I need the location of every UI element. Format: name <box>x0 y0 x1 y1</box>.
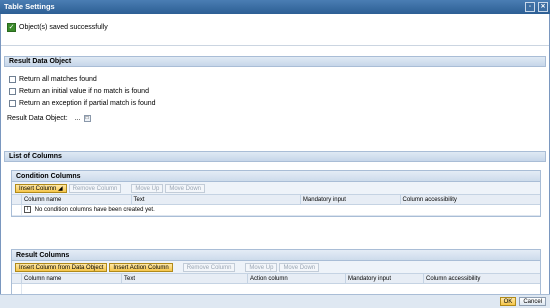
table-row <box>12 284 540 294</box>
dialog-content: ✓ Object(s) saved successfully Result Da… <box>0 14 550 294</box>
col-header-column-accessibility[interactable]: Column accessibility <box>401 195 540 204</box>
option-label: Return an initial value if no match is f… <box>19 88 149 95</box>
result-data-object-field: Result Data Object: ... □ <box>7 115 91 122</box>
insert-column-from-data-object-button[interactable]: Insert Column from Data Object <box>15 262 108 272</box>
button-label: Insert Column <box>19 185 57 192</box>
move-down-button[interactable]: Move Down <box>279 262 320 272</box>
row-selector-header[interactable] <box>12 274 22 283</box>
checkbox[interactable] <box>9 100 16 107</box>
remove-column-button[interactable]: Remove Column <box>68 183 122 193</box>
dialog-footer: OK Cancel <box>0 294 550 308</box>
success-check-icon: ✓ <box>7 23 16 32</box>
empty-message: No condition columns have been created y… <box>34 207 155 213</box>
message-bar: ✓ Object(s) saved successfully <box>1 14 549 46</box>
list-of-columns-heading: List of Columns <box>9 153 62 160</box>
option-return-all[interactable]: Return all matches found <box>9 76 97 83</box>
field-value[interactable]: ... <box>75 115 81 122</box>
result-columns-panel: Result Columns Insert Column from Data O… <box>11 249 541 294</box>
col-header-text[interactable]: Text <box>132 195 301 204</box>
window-title: Table Settings <box>4 2 55 11</box>
result-data-object-header: Result Data Object <box>4 56 546 67</box>
field-label: Result Data Object: <box>7 115 68 122</box>
result-columns-header-row: Column name Text Action column Mandatory… <box>12 274 540 284</box>
option-return-exception[interactable]: Return an exception if partial match is … <box>9 100 156 107</box>
move-up-button[interactable]: Move Up <box>245 262 278 272</box>
col-header-mandatory-input[interactable]: Mandatory input <box>301 195 401 204</box>
condition-columns-toolbar: Insert Column ◢ Remove Column Move Up Mo… <box>12 182 540 195</box>
col-header-column-name[interactable]: Column name <box>22 274 122 283</box>
option-return-initial[interactable]: Return an initial value if no match is f… <box>9 88 149 95</box>
value-help-icon[interactable]: □ <box>83 115 91 122</box>
insert-column-button[interactable]: Insert Column ◢ <box>15 183 67 193</box>
move-down-button[interactable]: Move Down <box>165 183 206 193</box>
insert-action-column-button[interactable]: Insert Action Column <box>109 262 173 272</box>
row-selector-header[interactable] <box>12 195 22 204</box>
remove-column-button[interactable]: Remove Column <box>182 262 236 272</box>
cancel-button[interactable]: Cancel <box>519 297 546 306</box>
ok-button[interactable]: OK <box>499 297 517 306</box>
condition-columns-header-row: Column name Text Mandatory input Column … <box>12 195 540 205</box>
move-up-button[interactable]: Move Up <box>131 183 164 193</box>
option-label: Return an exception if partial match is … <box>19 100 156 107</box>
title-bar: Table Settings ▫ ✕ <box>0 0 550 14</box>
info-icon: i <box>24 205 31 213</box>
col-header-text[interactable]: Text <box>122 274 248 283</box>
checkbox[interactable] <box>9 88 16 95</box>
col-header-column-accessibility[interactable]: Column accessibility <box>424 274 540 283</box>
col-header-column-name[interactable]: Column name <box>22 195 132 204</box>
col-header-action-column[interactable]: Action column <box>248 274 346 283</box>
option-label: Return all matches found <box>19 76 97 83</box>
checkbox[interactable] <box>9 76 16 83</box>
dock-icon[interactable]: ▫ <box>525 2 535 12</box>
col-header-mandatory-input[interactable]: Mandatory input <box>346 274 424 283</box>
table-row: i No condition columns have been created… <box>12 205 540 216</box>
result-data-object-heading: Result Data Object <box>9 58 72 65</box>
close-icon[interactable]: ✕ <box>538 2 548 12</box>
result-columns-heading: Result Columns <box>12 250 540 261</box>
result-columns-toolbar: Insert Column from Data Object Insert Ac… <box>12 261 540 274</box>
condition-columns-heading: Condition Columns <box>12 171 540 182</box>
list-of-columns-header: List of Columns <box>4 151 546 162</box>
condition-columns-panel: Condition Columns Insert Column ◢ Remove… <box>11 170 541 217</box>
success-message: Object(s) saved successfully <box>19 24 108 31</box>
